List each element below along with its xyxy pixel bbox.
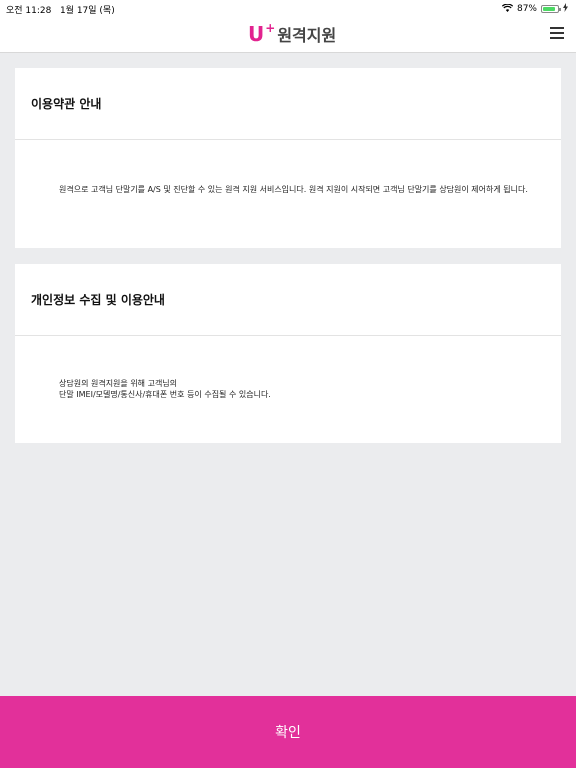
app-title: 원격지원 bbox=[277, 26, 337, 45]
privacy-body-line: 상담원의 원격지원을 위해 고객님의 bbox=[59, 379, 178, 388]
logo-plus: + bbox=[265, 21, 276, 35]
battery-percent: 87% bbox=[516, 4, 537, 14]
menu-icon[interactable] bbox=[550, 27, 564, 41]
privacy-card: 개인정보 수집 및 이용안내 상담원의 원격지원을 위해 고객님의 단말 IME… bbox=[15, 264, 561, 443]
confirm-label: 확인 bbox=[275, 725, 301, 741]
status-indicators: 87% bbox=[501, 3, 568, 15]
status-bar: 오전 11:28 1월 17일 (목) 87% bbox=[0, 0, 576, 18]
app-logo: U + 원격지원 bbox=[248, 21, 337, 46]
wifi-icon bbox=[501, 3, 514, 15]
charging-icon bbox=[563, 3, 568, 15]
logo-letter: U bbox=[248, 22, 265, 46]
terms-title: 이용약관 안내 bbox=[31, 97, 102, 111]
privacy-body-line: 단말 IMEI/모델명/통신사/휴대폰 번호 등이 수집될 수 있습니다. bbox=[59, 390, 271, 399]
privacy-body: 상담원의 원격지원을 위해 고객님의 단말 IMEI/모델명/통신사/휴대폰 번… bbox=[59, 378, 537, 400]
status-time-date: 오전 11:28 1월 17일 (목) bbox=[6, 3, 115, 16]
terms-body: 원격으로 고객님 단말기를 A/S 및 진단할 수 있는 원격 지원 서비스입니… bbox=[59, 185, 528, 194]
nav-bar: U + 원격지원 bbox=[0, 18, 576, 53]
status-date: 1월 17일 (목) bbox=[59, 6, 115, 16]
confirm-button[interactable]: 확인 bbox=[0, 696, 576, 768]
status-time: 오전 11:28 bbox=[6, 6, 52, 16]
battery-icon bbox=[541, 5, 561, 13]
terms-card: 이용약관 안내 원격으로 고객님 단말기를 A/S 및 진단할 수 있는 원격 … bbox=[15, 68, 561, 248]
battery-fill bbox=[543, 7, 555, 11]
privacy-title: 개인정보 수집 및 이용안내 bbox=[31, 293, 165, 307]
